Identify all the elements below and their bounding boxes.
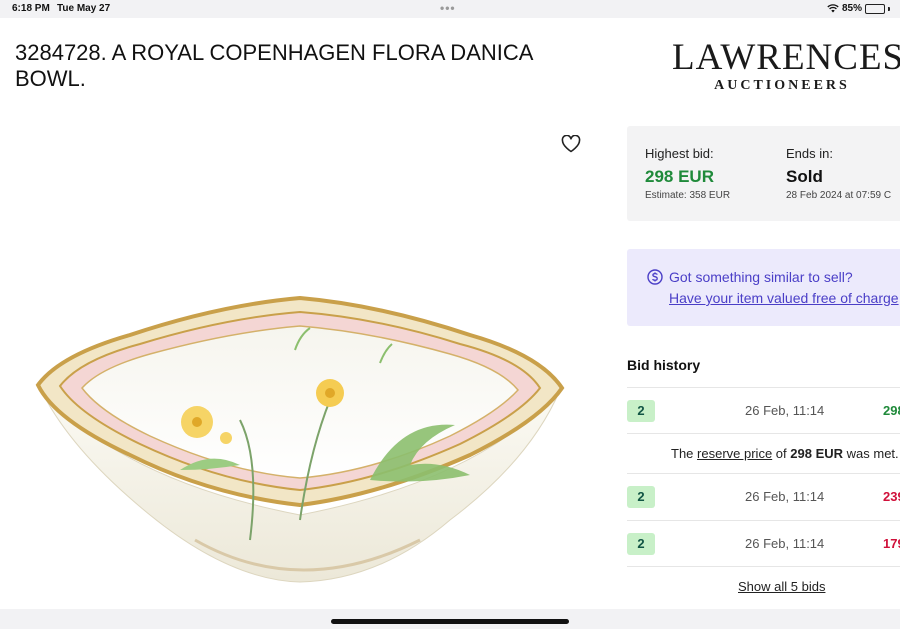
highest-bid-label: Highest bid: [645,146,714,161]
bid-summary-card: Highest bid: 298 EUR Estimate: 358 EUR E… [627,126,900,221]
sell-question: Got something similar to sell? [669,269,853,285]
lot-image[interactable] [0,120,610,609]
status-bar: 6:18 PM Tue May 27 ••• 85% [0,0,900,18]
lot-title: 3284728. A ROYAL COPENHAGEN FLORA DANICA… [15,40,533,91]
battery-percent: 85% [841,3,862,14]
status-time: 6:18 PM [12,3,50,14]
battery-charging-icon [865,3,885,14]
bid-row: 2 26 Feb, 11:14 239 [627,473,900,519]
bid-row: 2 26 Feb, 11:14 179 [627,520,900,566]
bid-amount: 179 [883,536,900,551]
bottom-bar [0,609,900,629]
reserve-prefix: The [671,446,694,461]
bid-history-title: Bid history [627,357,701,373]
sell-promo-card: Got something similar to sell? Have your… [627,249,900,326]
wifi-icon [827,4,839,13]
status-date: Tue May 27 [57,3,111,14]
dollar-circle-icon [647,269,663,285]
bid-time: 26 Feb, 11:14 [745,403,825,418]
heart-outline-icon[interactable] [561,135,581,153]
show-all-bids-link[interactable]: Show all 5 bids [738,579,825,594]
multitask-dots[interactable]: ••• [440,1,456,15]
bowl-illustration [35,295,565,583]
bid-amount: 239 [883,489,900,504]
bid-time: 26 Feb, 11:14 [745,489,825,504]
highest-bid-value: 298 EUR [645,167,714,186]
bid-row: 2 26 Feb, 11:14 298 [627,387,900,433]
status-right: 85% [827,3,890,14]
bidder-badge: 2 [627,486,655,508]
reserve-middle: of [775,446,787,461]
battery-cap [888,6,890,11]
reserve-notice: The reserve price of 298 EUR was met. [627,433,900,473]
reserve-amount: 298 EUR [790,446,844,461]
bid-time: 26 Feb, 11:14 [745,536,825,551]
reserve-suffix: was met. [846,446,899,461]
reserve-price-link[interactable]: reserve price [697,446,772,461]
estimate-text: Estimate: 358 EUR [645,190,731,201]
end-date: 28 Feb 2024 at 07:59 C [786,190,892,201]
bid-amount: 298 [883,403,900,418]
auction-house-logo[interactable]: LAWRENCES AUCTIONEERS [672,37,900,94]
logo-main-text: LAWRENCES [672,37,900,78]
show-all-row: Show all 5 bids [627,566,900,606]
sold-status: Sold [786,167,823,186]
bidder-badge: 2 [627,400,655,422]
ends-in-label: Ends in: [786,146,833,161]
home-indicator[interactable] [331,619,569,624]
logo-sub-text: AUCTIONEERS [714,78,850,93]
valuation-link[interactable]: Have your item valued free of charge [669,290,899,306]
bidder-badge: 2 [627,533,655,555]
